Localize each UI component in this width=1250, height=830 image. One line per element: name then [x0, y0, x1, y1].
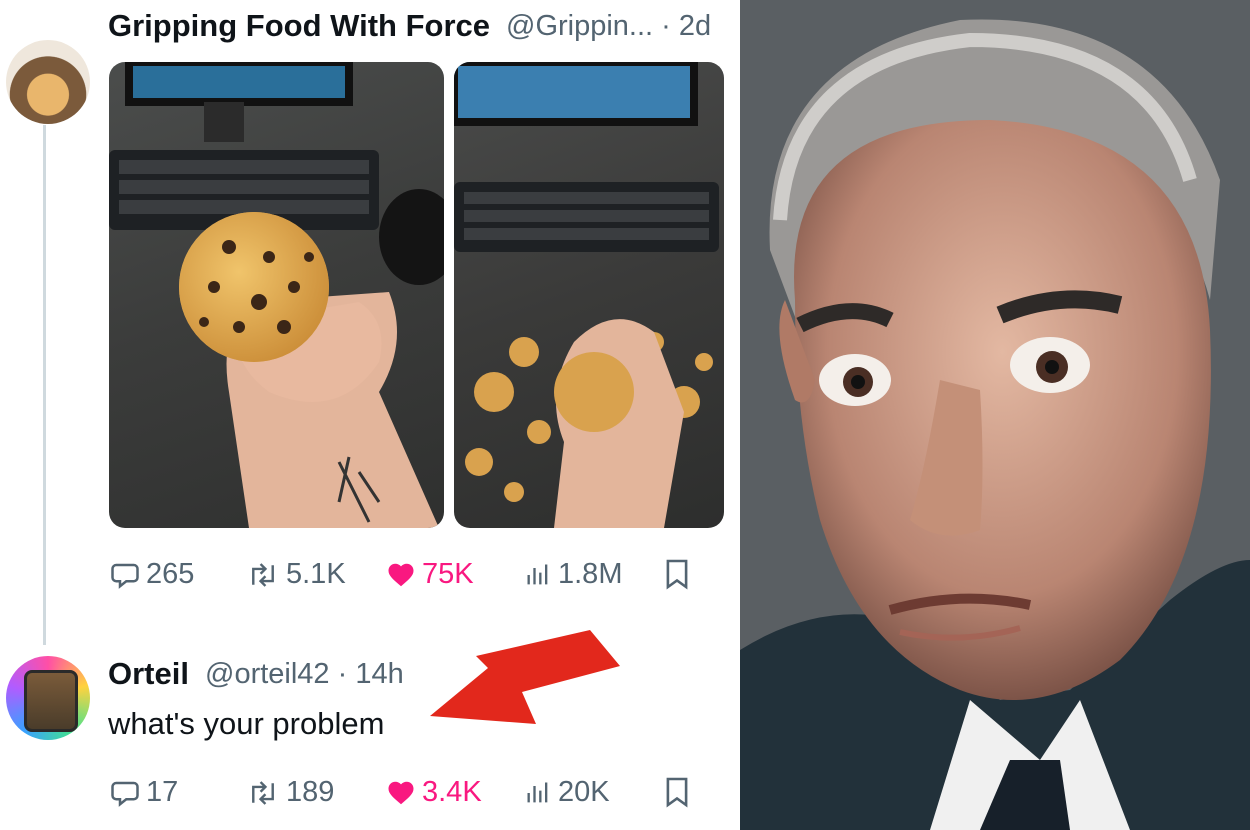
- like-button[interactable]: 3.4K: [386, 776, 482, 809]
- shocked-man-reaction-photo: [740, 0, 1250, 830]
- reply-button[interactable]: 265: [110, 558, 194, 591]
- author-handle-time[interactable]: @orteil42 · 14h: [205, 658, 404, 691]
- bookmark-icon: [664, 558, 690, 590]
- bookmark-icon: [664, 776, 690, 808]
- heart-icon: [386, 778, 416, 808]
- views-count: 1.8M: [558, 558, 623, 590]
- author-name[interactable]: Orteil: [108, 656, 189, 692]
- views-icon: [524, 778, 552, 808]
- reply-icon: [110, 560, 140, 590]
- bookmark-button[interactable]: [664, 776, 690, 808]
- views-button[interactable]: 1.8M: [524, 558, 622, 591]
- repost-button[interactable]: 189: [246, 776, 334, 809]
- reply-count: 265: [146, 558, 195, 590]
- author-name[interactable]: Gripping Food With Force: [108, 8, 490, 44]
- reply-count: 17: [146, 776, 179, 808]
- reply-button[interactable]: 17: [110, 776, 178, 809]
- reply-icon: [110, 778, 140, 808]
- views-button[interactable]: 20K: [524, 776, 610, 809]
- cookie-in-hand-photo[interactable]: [109, 62, 444, 528]
- views-count: 20K: [558, 776, 610, 808]
- bookmark-button[interactable]: [664, 558, 690, 590]
- crushed-cookie-photo[interactable]: [454, 62, 724, 528]
- repost-count: 5.1K: [286, 558, 346, 590]
- avatar[interactable]: [6, 656, 90, 740]
- repost-count: 189: [286, 776, 335, 808]
- like-count: 3.4K: [422, 776, 482, 808]
- like-button[interactable]: 75K: [386, 558, 474, 591]
- heart-icon: [386, 560, 416, 590]
- views-icon: [524, 560, 552, 590]
- author-handle-time[interactable]: @Grippin... · 2d: [506, 10, 711, 43]
- tweet-screenshot-panel: Gripping Food With Force @Grippin... · 2…: [0, 0, 735, 830]
- repost-icon: [246, 560, 280, 590]
- repost-button[interactable]: 5.1K: [246, 558, 346, 591]
- like-count: 75K: [422, 558, 474, 590]
- avatar[interactable]: [6, 40, 90, 124]
- repost-icon: [246, 778, 280, 808]
- thread-connector-line: [43, 125, 46, 645]
- avatar-character-icon: [24, 670, 78, 732]
- tweet-text: what's your problem: [108, 706, 385, 741]
- arrow-annotation: [430, 630, 620, 724]
